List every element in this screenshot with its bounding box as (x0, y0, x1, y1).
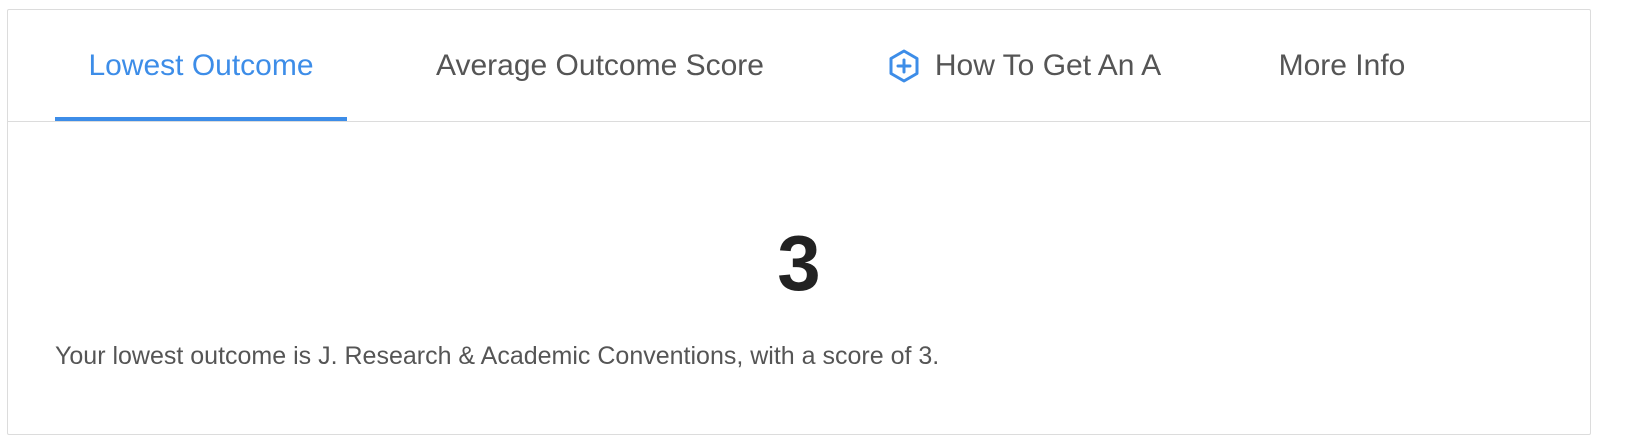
tab-label: Average Outcome Score (436, 48, 764, 82)
outcome-card: Lowest Outcome Average Outcome Score How… (7, 9, 1591, 435)
tab-how-to-get-an-a[interactable]: How To Get An A (854, 10, 1194, 121)
tab-average-outcome-score[interactable]: Average Outcome Score (408, 10, 792, 121)
tab-label: How To Get An A (934, 48, 1162, 82)
tab-label: Lowest Outcome (88, 48, 314, 82)
lowest-score-value: 3 (777, 219, 821, 307)
tab-lowest-outcome[interactable]: Lowest Outcome (55, 10, 347, 121)
tab-more-info[interactable]: More Info (1248, 10, 1436, 121)
tab-label: More Info (1278, 48, 1406, 82)
plus-hexagon-icon (887, 49, 921, 83)
lowest-outcome-summary: Your lowest outcome is J. Research & Aca… (55, 342, 940, 370)
tab-bar: Lowest Outcome Average Outcome Score How… (8, 10, 1590, 122)
tab-panel: 3 Your lowest outcome is J. Research & A… (8, 122, 1590, 434)
